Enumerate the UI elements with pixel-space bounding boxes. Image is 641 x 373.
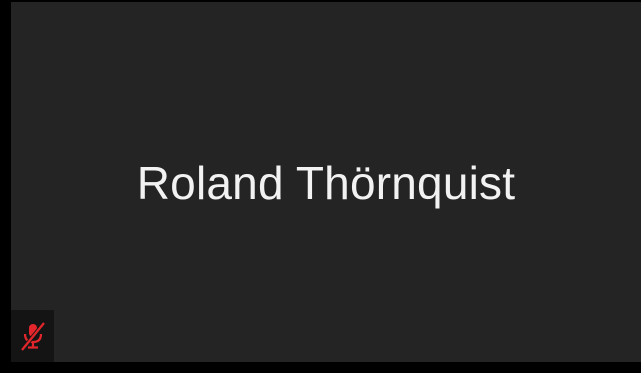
video-grid: Roland Thörnquist xyxy=(0,0,641,373)
participant-name: Roland Thörnquist xyxy=(136,157,516,209)
mic-status-badge xyxy=(11,310,54,362)
participant-tile[interactable]: Roland Thörnquist xyxy=(11,2,641,362)
microphone-muted-icon xyxy=(19,321,47,351)
